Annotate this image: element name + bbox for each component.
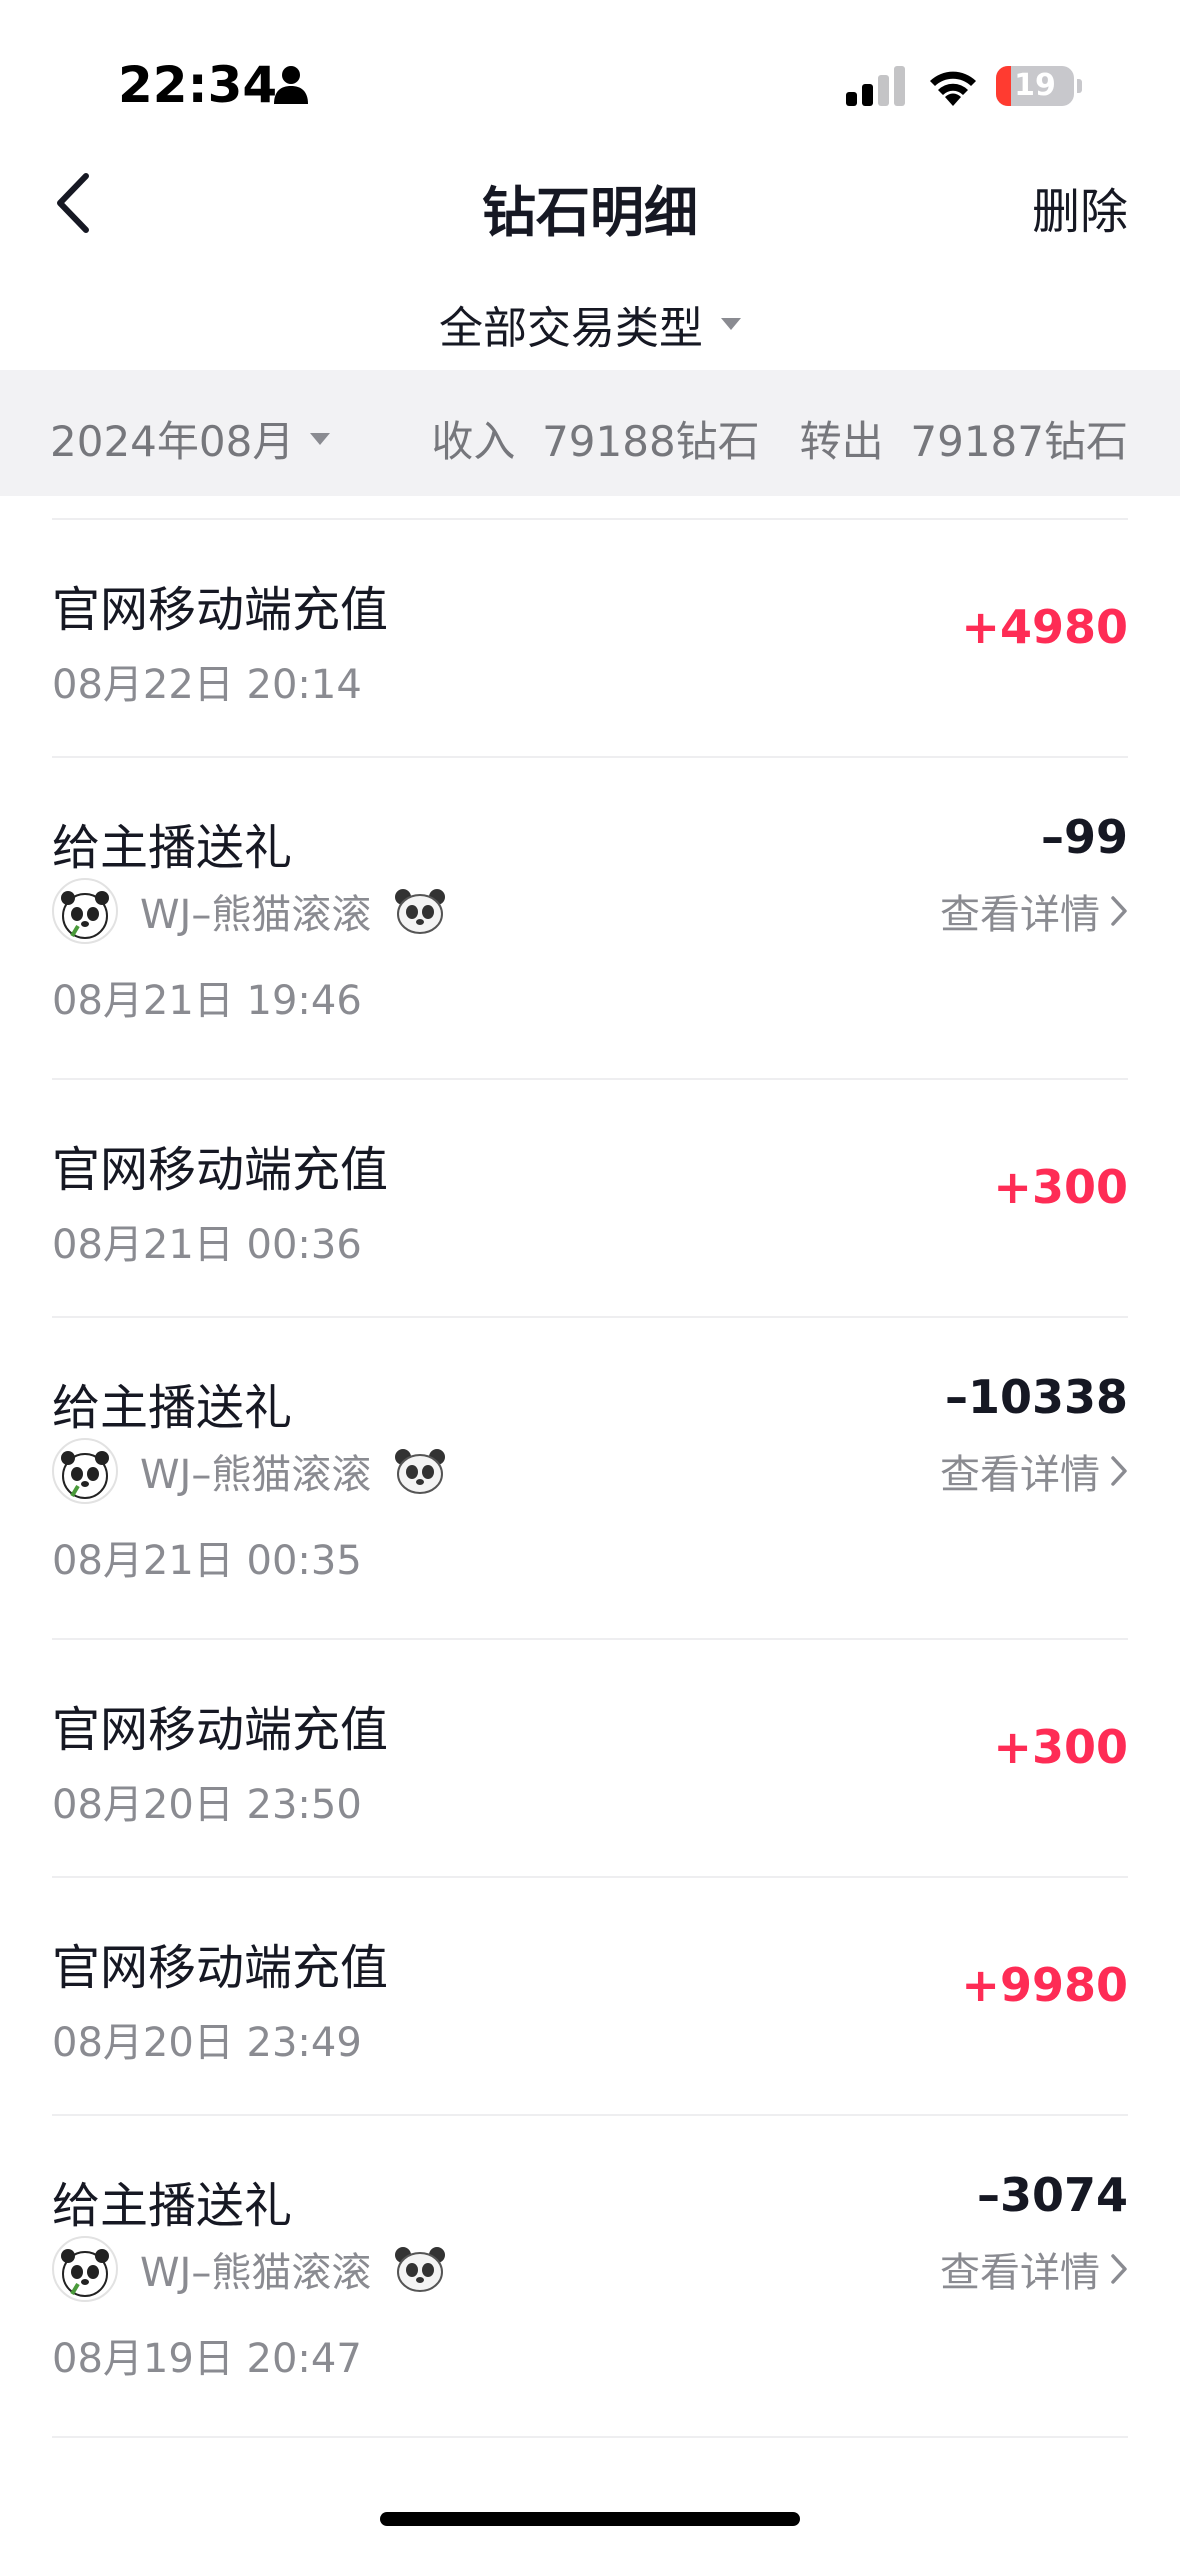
chevron-right-icon: [1111, 896, 1127, 926]
transaction-list: 官网移动端充值 08月22日 20:14 +4980 给主播送礼 –99 WJ–…: [0, 518, 1180, 2438]
transaction-amount: +4980: [961, 600, 1128, 654]
dropdown-triangle-icon: [721, 318, 741, 330]
status-time: 22:34: [118, 56, 278, 114]
person-icon: [274, 66, 308, 104]
transaction-row[interactable]: 给主播送礼 –99 WJ–熊猫滚滚 查看详情 08月21日 19:46: [52, 758, 1128, 1078]
transaction-amount: +9980: [961, 1958, 1128, 2012]
dropdown-triangle-icon: [310, 432, 331, 445]
transaction-time: 08月21日 19:46: [52, 978, 362, 1024]
transaction-time: 08月20日 23:50: [52, 1782, 362, 1828]
chevron-right-icon: [1111, 2254, 1127, 2284]
panda-avatar: [52, 2236, 118, 2302]
transaction-row[interactable]: 官网移动端充值 08月20日 23:50 +300: [52, 1640, 1128, 1876]
month-label: 2024年08月: [50, 417, 295, 466]
nav-bar: 钻石明细 删除: [0, 150, 1180, 260]
transaction-time: 08月21日 00:36: [52, 1222, 362, 1268]
transaction-row[interactable]: 官网移动端充值 08月20日 23:49 +9980: [52, 1878, 1128, 2114]
transaction-amount: –3074: [976, 2168, 1128, 2222]
recipient-info[interactable]: WJ–熊猫滚滚: [52, 878, 447, 944]
view-details-link[interactable]: 查看详情: [940, 2240, 1128, 2298]
battery-level: 19: [1014, 68, 1056, 103]
out-total: 转出 79187钻石: [799, 417, 1128, 466]
delete-button[interactable]: 删除: [1032, 172, 1128, 242]
page-title: 钻石明细: [482, 181, 698, 244]
chevron-right-icon: [1111, 1456, 1127, 1486]
recipient-name: WJ–熊猫滚滚: [140, 2250, 372, 2296]
filter-label: 全部交易类型: [439, 303, 703, 354]
transaction-amount: +300: [993, 1160, 1128, 1214]
transaction-row[interactable]: 给主播送礼 –3074 WJ–熊猫滚滚 查看详情 08月19日 20:47: [52, 2116, 1128, 2436]
view-details-link[interactable]: 查看详情: [940, 1442, 1128, 1500]
recipient-info[interactable]: WJ–熊猫滚滚: [52, 1438, 447, 1504]
transaction-amount: +300: [993, 1720, 1128, 1774]
panda-avatar: [52, 878, 118, 944]
cellular-signal-icon: [846, 66, 905, 106]
transaction-title: 给主播送礼: [52, 1380, 293, 1436]
transaction-title: 官网移动端充值: [52, 582, 389, 638]
transaction-title: 官网移动端充值: [52, 1702, 389, 1758]
transaction-type-filter[interactable]: 全部交易类型: [439, 292, 741, 356]
income-total: 收入 79188钻石: [431, 417, 760, 466]
recipient-info[interactable]: WJ–熊猫滚滚: [52, 2236, 447, 2302]
view-details-label: 查看详情: [940, 1452, 1100, 1498]
battery-indicator: 19: [996, 66, 1074, 106]
view-details-label: 查看详情: [940, 892, 1100, 938]
wifi-icon: [930, 71, 976, 106]
transaction-time: 08月21日 00:35: [52, 1538, 362, 1584]
transaction-title: 给主播送礼: [52, 820, 293, 876]
view-details-link[interactable]: 查看详情: [940, 882, 1128, 940]
recipient-name: WJ–熊猫滚滚: [140, 892, 372, 938]
summary-bar: 2024年08月 收入 79188钻石 转出 79187钻石: [0, 370, 1180, 496]
transaction-row[interactable]: 官网移动端充值 08月22日 20:14 +4980: [52, 520, 1128, 756]
panda-emoji-icon: [395, 2247, 446, 2292]
status-bar: 22:34 19: [0, 0, 1180, 150]
transaction-row[interactable]: 官网移动端充值 08月21日 00:36 +300: [52, 1080, 1128, 1316]
transaction-title: 给主播送礼: [52, 2178, 293, 2234]
month-picker[interactable]: 2024年08月: [50, 408, 331, 469]
home-indicator[interactable]: [380, 2512, 800, 2526]
battery-tip: [1077, 79, 1082, 93]
transaction-amount: –10338: [944, 1370, 1128, 1424]
transaction-title: 官网移动端充值: [52, 1142, 389, 1198]
view-details-label: 查看详情: [940, 2250, 1100, 2296]
transaction-time: 08月22日 20:14: [52, 662, 362, 708]
panda-avatar: [52, 1438, 118, 1504]
panda-emoji-icon: [395, 889, 446, 934]
filter-row: 全部交易类型: [0, 280, 1180, 360]
transaction-title: 官网移动端充值: [52, 1940, 389, 1996]
transaction-time: 08月20日 23:49: [52, 2020, 362, 2066]
recipient-name: WJ–熊猫滚滚: [140, 1452, 372, 1498]
transaction-row[interactable]: 给主播送礼 –10338 WJ–熊猫滚滚 查看详情 08月21日 00:35: [52, 1318, 1128, 1638]
panda-emoji-icon: [395, 1449, 446, 1494]
transaction-amount: –99: [1040, 810, 1128, 864]
transaction-time: 08月19日 20:47: [52, 2336, 362, 2382]
list-divider: [52, 2436, 1128, 2438]
summary-totals: 收入 79188钻石 转出 79187钻石: [431, 408, 1128, 469]
